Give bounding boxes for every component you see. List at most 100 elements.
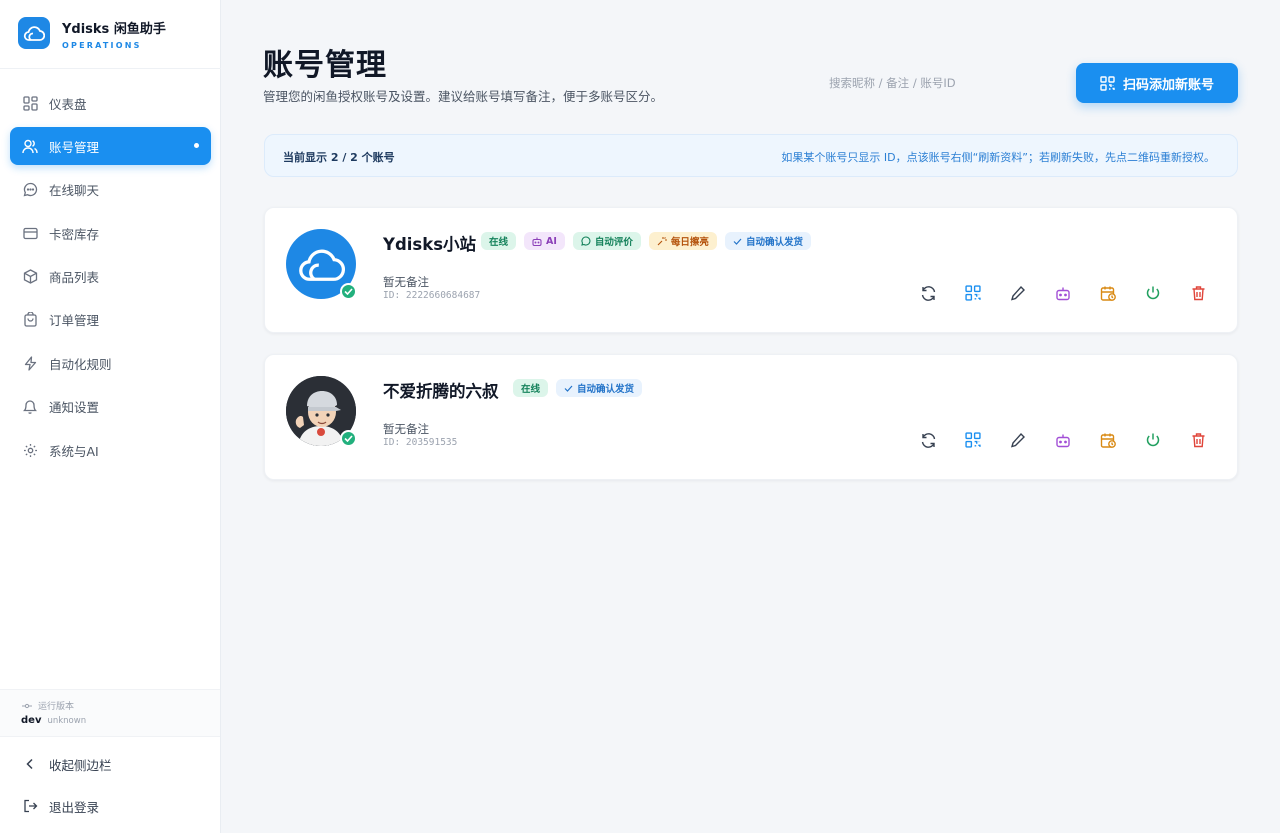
sidebar-item-orders[interactable]: 订单管理 [10,301,211,339]
sidebar-item-label: 通知设置 [49,400,100,416]
sidebar-nav: 仪表盘 账号管理 在线聊天 卡密库存 商品列表 订单管理 自动化规则 通知设置 … [10,84,211,475]
version-label: 运行版本 [22,699,74,712]
sidebar-item-label: 卡密库存 [49,226,100,242]
power-icon [1146,433,1160,447]
add-account-button[interactable]: 扫码添加新账号 [1076,63,1238,103]
power-toggle-button[interactable] [1143,430,1163,450]
sidebar-item-label: 订单管理 [49,313,100,329]
badge-daily-polish: 每日擦亮 [648,232,717,250]
logout-icon [22,798,38,814]
box-icon [22,269,38,285]
active-dot [194,143,199,149]
qrcode-reauth-button[interactable] [963,430,983,450]
schedule-icon [1100,286,1116,301]
delete-account-button[interactable] [1188,430,1208,450]
status-badge-online: 在线 [513,379,549,397]
card-icon [22,225,38,241]
power-icon [1146,286,1160,300]
refresh-profile-button[interactable] [918,430,938,450]
sidebar-item-automation[interactable]: 自动化规则 [10,344,211,382]
account-id: ID: 2222660684687 [383,290,481,301]
badge-auto-ship: 自动确认发货 [724,232,811,250]
sidebar-item-notifications[interactable]: 通知设置 [10,388,211,426]
ai-settings-button[interactable] [1053,283,1073,303]
sidebar-item-label: 自动化规则 [49,356,112,372]
logout-button[interactable]: 退出登录 [10,788,210,824]
cloud-logo-icon [299,249,345,281]
sidebar-item-products[interactable]: 商品列表 [10,258,211,296]
add-account-label: 扫码添加新账号 [1122,77,1214,93]
trash-icon [1192,286,1204,301]
bag-icon [22,312,38,328]
sparkle-icon [657,236,667,246]
account-note: 暂无备注 [383,275,429,289]
logout-label: 退出登录 [49,799,100,815]
status-badge-online: 在线 [481,232,517,250]
sidebar-item-chat[interactable]: 在线聊天 [10,171,211,209]
gear-icon [22,442,38,458]
refresh-profile-button[interactable] [918,283,938,303]
check-icon [564,385,573,392]
info-hint: 如果某个账号只显示 ID，点该账号右侧“刷新资料”；若刷新失败，先点二维码重新授… [781,151,1215,164]
sidebar-item-system-ai[interactable]: 系统与AI [10,431,211,469]
badge-list: 在线 自动确认发货 [513,379,650,397]
check-icon [733,238,742,245]
account-card: 不爱折腾的六叔 在线 自动确认发货 暂无备注 ID: 203591535 [264,354,1238,480]
qrcode-icon [965,432,981,448]
sidebar-item-label: 仪表盘 [49,96,87,112]
edit-note-button[interactable] [1008,430,1028,450]
edit-icon [1010,432,1025,448]
schedule-button[interactable] [1098,283,1118,303]
avatar[interactable] [286,376,357,447]
sidebar-item-label: 账号管理 [49,139,100,155]
cloud-logo-icon [18,17,50,49]
page-title: 账号管理 [263,48,387,83]
version-build: unknown [47,716,87,726]
account-note: 暂无备注 [383,422,429,436]
account-count: 当前显示 2 / 2 个账号 [283,151,395,164]
users-icon [22,138,38,154]
delete-account-button[interactable] [1188,283,1208,303]
edit-note-button[interactable] [1008,283,1028,303]
schedule-button[interactable] [1098,430,1118,450]
verified-check-icon [340,283,357,300]
sidebar-item-cards[interactable]: 卡密库存 [10,214,211,252]
search-input[interactable] [815,65,1065,101]
version-panel: 运行版本 dev unknown [0,689,220,737]
commit-icon [22,703,32,709]
robot-icon [532,237,542,246]
schedule-icon [1100,433,1116,448]
account-name: 不爱折腾的六叔 [383,382,499,401]
page-subtitle: 管理您的闲鱼授权账号及设置。建议给账号填写备注，便于多账号区分。 [263,89,664,104]
version-value: dev unknown [21,715,87,726]
chevron-left-icon [22,756,38,772]
badge-list: 在线 AI 自动评价 每日擦亮 自动确认发货 [481,232,819,250]
robot-icon [1056,287,1070,300]
sidebar-item-label: 在线聊天 [49,183,100,199]
bell-icon [22,399,38,415]
qrcode-icon [965,285,981,301]
refresh-icon [921,285,935,301]
collapse-label: 收起侧边栏 [49,757,112,773]
edit-icon [1010,285,1025,301]
account-name: Ydisks小站 [383,235,477,254]
robot-icon [1056,434,1070,447]
account-card: Ydisks小站 在线 AI 自动评价 每日擦亮 自动确认发货 暂无备注 ID:… [264,207,1238,333]
qrcode-icon [1100,75,1115,91]
account-actions [915,430,1215,450]
ai-settings-button[interactable] [1053,430,1073,450]
collapse-sidebar-button[interactable]: 收起侧边栏 [10,746,210,782]
chat-icon [22,182,38,198]
badge-auto-review: 自动评价 [572,232,641,250]
power-toggle-button[interactable] [1143,283,1163,303]
sidebar-item-accounts[interactable]: 账号管理 [10,127,211,166]
qrcode-reauth-button[interactable] [963,283,983,303]
brand[interactable]: Ydisks 闲鱼助手 OPERATIONS [18,17,218,53]
avatar[interactable] [286,229,357,300]
brand-name: Ydisks 闲鱼助手 [62,22,166,37]
chat-icon [581,236,591,246]
info-bar: 当前显示 2 / 2 个账号 如果某个账号只显示 ID，点该账号右侧“刷新资料”… [264,134,1238,177]
divider [0,68,221,69]
badge-auto-ship: 自动确认发货 [556,379,643,397]
sidebar-item-dashboard[interactable]: 仪表盘 [10,84,211,122]
